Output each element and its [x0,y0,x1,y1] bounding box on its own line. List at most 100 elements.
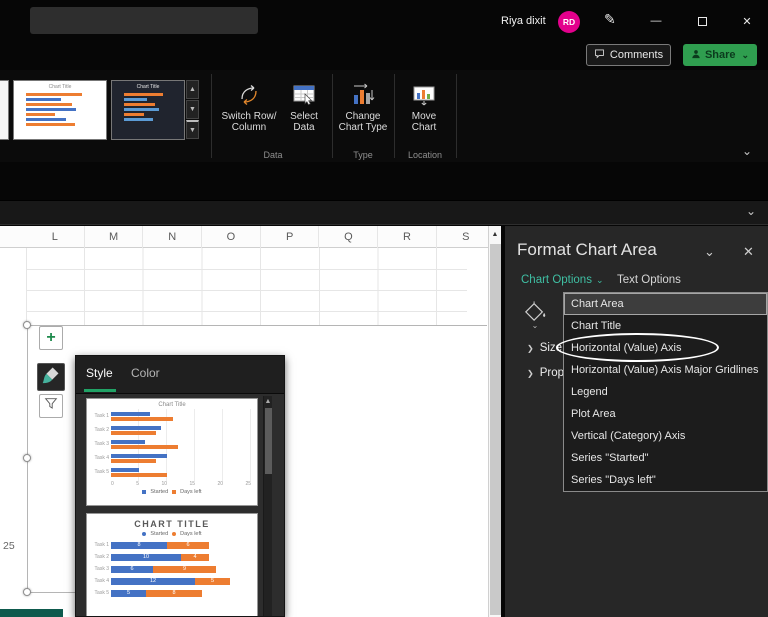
chart-element-option[interactable]: Series "Days left" [564,469,767,491]
style1-legend: Started Days left [87,489,257,495]
move-chart-button[interactable]: MoveChart [400,80,448,133]
gallery-more-button[interactable]: ▼ [186,120,199,139]
flyout-scrollbar[interactable]: ▲ [263,396,272,616]
gridlines-horizontal [26,269,467,312]
share-button[interactable]: Share ⌄ [683,44,757,66]
scroll-up-arrow[interactable]: ▲ [489,226,501,242]
pane-close-button[interactable]: ✕ [743,244,754,260]
ribbon-gap [0,162,768,200]
pane-options-chevron[interactable]: ⌄ [704,244,715,260]
legend-swatch-days-left [172,490,176,494]
legend-swatch-started [142,490,146,494]
formula-bar[interactable]: ⌄ [0,200,768,225]
column-header[interactable]: L [26,226,85,248]
switch-row-column-button[interactable]: Switch Row/Column [220,80,278,133]
mini-bars [14,90,106,126]
chart-selection-bottom [27,592,75,593]
chart-styles-flyout: Style Color Chart Title Task 1Task 2Task… [75,355,285,617]
chart-style-preview-2[interactable]: CHART TITLE Started Days left Task 186Ta… [86,513,258,617]
selection-handle-mid-left[interactable] [23,454,31,462]
chart-element-option[interactable]: Series "Started" [564,447,767,469]
style1-plot: Task 1Task 2Task 3Task 4Task 5 [89,409,253,479]
formula-bar-expand-chevron[interactable]: ⌄ [746,204,756,218]
chart-styles-button[interactable] [37,363,65,391]
chart-elements-button[interactable]: + [39,326,63,350]
legend-label-started: Started [150,489,168,495]
ribbon-separator [332,74,333,158]
chart-elements-dropdown: Chart AreaChart TitleHorizontal (Value) … [563,292,768,492]
legend-dot-started [142,532,146,536]
chart-filters-button[interactable] [39,394,63,418]
chart-element-option[interactable]: Horizontal (Value) Axis [564,337,767,359]
quick-actions-bar: Comments Share ⌄ [0,40,768,70]
legend-label-days-left: Days left [180,489,201,495]
expand-chevron-icon: ❯ [527,369,534,378]
chart-style-preview-1[interactable]: Chart Title Task 1Task 2Task 3Task 4Task… [86,398,258,506]
legend-dot-days-left [172,532,176,536]
change-chart-type-icon [349,82,377,108]
chart-element-option[interactable]: Vertical (Category) Axis [564,425,767,447]
group-label-location: Location [396,150,454,160]
ribbon-separator [394,74,395,158]
ribbon-collapse-chevron[interactable]: ⌄ [742,144,752,158]
ink-pen-icon[interactable]: ✎ [604,11,616,28]
share-label: Share [705,49,736,61]
preview2-title: CHART TITLE [87,519,257,529]
chart-style-thumb-dark[interactable]: Chart Title [111,80,185,140]
column-header[interactable]: Q [320,226,379,248]
format-pane: Format Chart Area ⌄ ✕ Chart Options⌄ Tex… [505,226,768,617]
chart-style-thumb-partial[interactable] [0,80,9,140]
flyout-header: Style Color [76,356,284,394]
chart-element-option[interactable]: Chart Title [564,315,767,337]
group-label-type: Type [334,150,392,160]
chart-element-option[interactable]: Horizontal (Value) Axis Major Gridlines [564,359,767,381]
scrollbar-thumb[interactable] [490,244,501,615]
row-header-25[interactable]: 25 [3,540,15,552]
minimize-button[interactable]: — [643,9,669,33]
gallery-up-button[interactable]: ▲ [186,80,199,99]
mini-bars [112,90,184,121]
column-headers: LMNOPQRS [0,226,488,248]
pane-title: Format Chart Area [517,240,657,260]
selection-handle-top-left[interactable] [23,321,31,329]
gallery-down-button[interactable]: ▼ [186,100,199,119]
legend-label-days-left: Days left [180,531,201,537]
user-avatar[interactable]: RD [558,11,580,33]
column-header[interactable]: M [85,226,144,248]
select-data-button[interactable]: SelectData [281,80,327,133]
chart-element-option[interactable]: Legend [564,381,767,403]
flyout-scrollbar-thumb[interactable] [265,408,272,474]
chart-selection-top [27,325,487,326]
tab-chart-options[interactable]: Chart Options⌄ [521,274,604,286]
title-document-box[interactable] [30,7,258,34]
column-header[interactable]: S [437,226,496,248]
switch-row-column-icon [235,82,263,108]
fill-bucket-chevron: ⌄ [532,323,539,329]
preview1-title: Chart Title [87,402,257,408]
close-button[interactable]: ✕ [734,9,760,33]
comments-button[interactable]: Comments [586,44,671,66]
chart-style-thumb-light[interactable]: Chart Title [13,80,107,140]
tab-color[interactable]: Color [131,366,160,380]
style2-legend: Started Days left [87,531,257,537]
change-chart-type-button[interactable]: ChangeChart Type [337,80,389,133]
style2-plot: Task 186Task 2104Task 369Task 4125Task 5… [87,539,257,599]
column-header[interactable]: O [202,226,261,248]
vertical-scrollbar[interactable]: ▲ [488,226,501,617]
chart-element-option[interactable]: Chart Area [564,293,767,315]
column-header[interactable]: N [143,226,202,248]
section-size[interactable]: ❯Size [527,342,562,354]
chart-options-chevron: ⌄ [596,275,604,285]
flyout-scroll-up[interactable]: ▲ [264,396,272,406]
chart-element-option[interactable]: Plot Area [564,403,767,425]
style-tab-underline [84,389,116,392]
tab-style[interactable]: Style [86,366,113,380]
gallery-scroll-controls: ▲ ▼ ▼ [186,80,199,139]
tab-text-options[interactable]: Text Options [617,274,681,286]
fill-bucket-icon[interactable]: ⌄ [523,300,547,329]
maximize-button[interactable] [689,9,715,33]
column-header[interactable]: R [378,226,437,248]
ribbon: Chart Title Chart Title [0,70,768,162]
column-header[interactable]: P [261,226,320,248]
selection-handle-bottom-left[interactable] [23,588,31,596]
